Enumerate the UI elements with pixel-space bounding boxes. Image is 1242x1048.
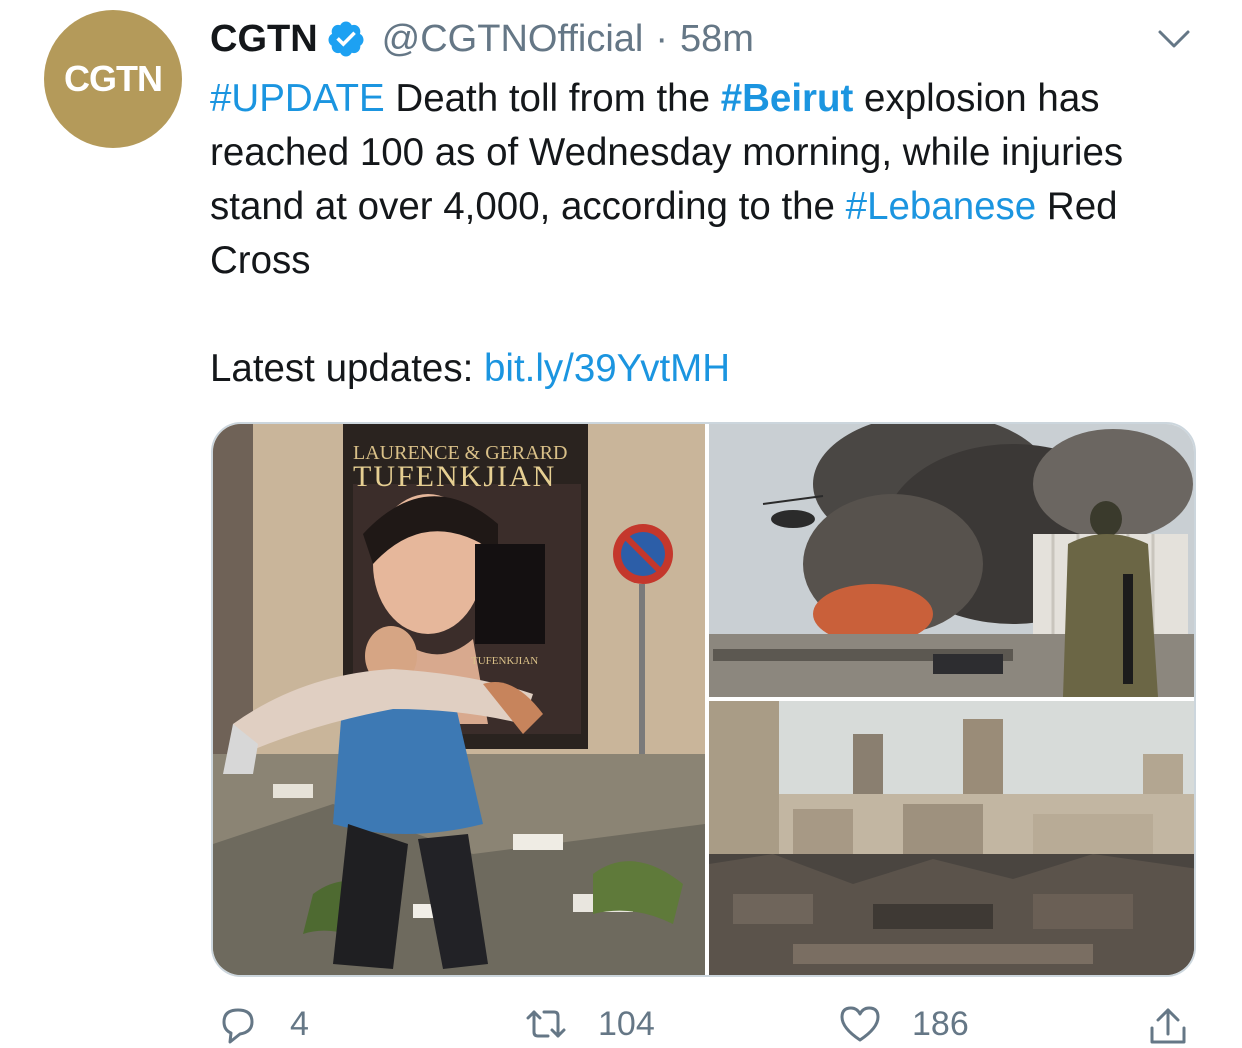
reply-icon xyxy=(222,1008,254,1044)
like-count: 186 xyxy=(912,1004,969,1043)
action-bar: 4 104 186 xyxy=(0,1000,1242,1048)
photo-explosion-smoke[interactable] xyxy=(709,424,1196,697)
account-handle[interactable]: @CGTNOfficial xyxy=(382,18,644,61)
retweet-count: 104 xyxy=(598,1004,655,1043)
chevron-down-icon[interactable] xyxy=(1154,22,1194,56)
verified-badge-icon xyxy=(328,21,364,57)
like-button[interactable]: 186 xyxy=(838,1000,969,1048)
photo-rescue-scene[interactable]: LAURENCE & GERARD TUFENKJIAN TUFENKJIAN xyxy=(213,424,705,977)
media-grid[interactable]: LAURENCE & GERARD TUFENKJIAN TUFENKJIAN xyxy=(211,422,1196,977)
retweet-button[interactable]: 104 xyxy=(524,1000,655,1048)
poster-small-text: TUFENKJIAN xyxy=(471,655,538,667)
hashtag-update[interactable]: #UPDATE xyxy=(210,77,385,120)
updates-link[interactable]: bit.ly/39YvtMH xyxy=(484,347,730,390)
hashtag-lebanese[interactable]: #Lebanese xyxy=(846,185,1037,228)
poster-sign-line2: TUFENKJIAN xyxy=(353,460,556,493)
photo-port-damage[interactable] xyxy=(709,701,1196,977)
account-name[interactable]: CGTN xyxy=(210,18,318,61)
reply-button[interactable]: 4 xyxy=(216,1000,309,1048)
separator-dot: · xyxy=(655,17,668,60)
avatar-logo-text: CGTN xyxy=(64,58,163,99)
avatar[interactable]: CGTN xyxy=(44,10,182,148)
heart-icon xyxy=(840,1006,880,1042)
hashtag-beirut[interactable]: #Beirut xyxy=(721,77,854,120)
tweet-text-segment: Death toll from the xyxy=(384,77,721,120)
share-button[interactable] xyxy=(1146,1000,1190,1048)
tweet-timestamp[interactable]: 58m xyxy=(680,18,754,61)
tweet-header: CGTN @CGTNOfficial · 58m xyxy=(210,14,754,64)
reply-count: 4 xyxy=(290,1004,309,1043)
retweet-icon xyxy=(526,1010,566,1038)
share-icon xyxy=(1150,1008,1186,1044)
latest-updates-line: Latest updates: bit.ly/39YvtMH xyxy=(210,342,730,396)
tweet-body: #UPDATE Death toll from the #Beirut expl… xyxy=(210,72,1200,288)
latest-updates-label: Latest updates: xyxy=(210,347,484,390)
